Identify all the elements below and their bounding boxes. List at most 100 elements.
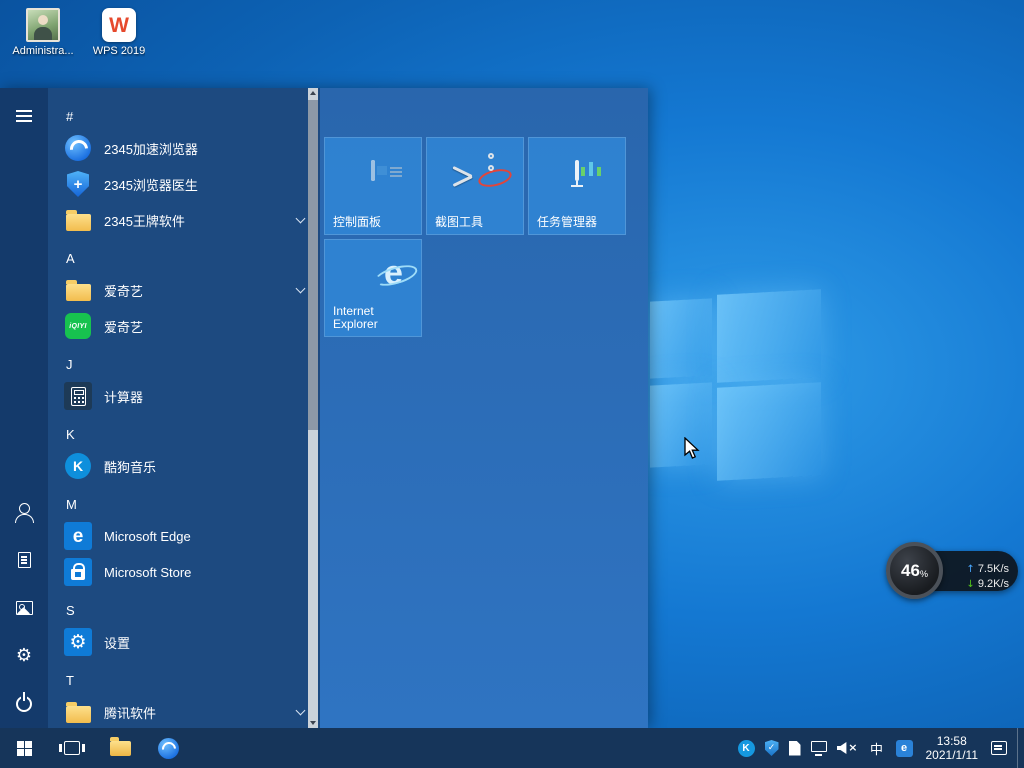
app-item-label: Microsoft Store <box>104 565 191 580</box>
settings-icon: ⚙ <box>64 628 92 656</box>
app-item-label: 爱奇艺 <box>104 281 143 300</box>
speed-ball[interactable]: 46 % <box>886 542 943 599</box>
gear-icon: ⚙ <box>69 633 86 652</box>
tile-task-manager[interactable]: 任务管理器 <box>528 137 626 235</box>
tile-snipping-tool[interactable]: 截图工具 <box>426 137 524 235</box>
user-photo-icon <box>26 8 60 42</box>
scroll-up-icon[interactable] <box>308 88 318 99</box>
app-section-header[interactable]: K <box>48 420 320 448</box>
app-rows: # 2345加速浏览器 + 2345浏览器医生 2345王牌软件 A <box>48 102 320 728</box>
app-item-2345-doctor[interactable]: + 2345浏览器医生 <box>48 166 320 202</box>
scroll-down-icon[interactable] <box>308 717 318 728</box>
task-view-button[interactable] <box>48 728 96 768</box>
action-center-icon <box>991 741 1007 755</box>
app-item-iqiyi[interactable]: iQIYI 爱奇艺 <box>48 308 320 344</box>
document-tray-icon[interactable] <box>789 741 801 756</box>
speed-readouts: ↑ 7.5K/s ↓ 9.2K/s <box>966 564 1009 590</box>
section-letter: A <box>66 251 75 266</box>
app-section-header[interactable]: T <box>48 666 320 694</box>
network-tray-icon[interactable] <box>811 741 827 752</box>
chevron-down-icon[interactable] <box>296 214 306 224</box>
security-shield-tray-icon[interactable]: ✓ <box>765 740 779 756</box>
desktop-icon-administrator[interactable]: Administra... <box>6 8 80 57</box>
folder-icon <box>64 698 92 726</box>
app-section-header[interactable]: J <box>48 350 320 378</box>
store-icon <box>64 558 92 586</box>
file-explorer-button[interactable] <box>96 728 144 768</box>
settings-button[interactable]: ⚙ <box>0 632 48 680</box>
app-item-microsoft-edge[interactable]: e Microsoft Edge <box>48 518 320 554</box>
browser-2345-taskbar-button[interactable] <box>144 728 192 768</box>
volume-muted-tray-icon[interactable]: × <box>837 741 858 755</box>
tile-control-panel[interactable]: 控制面板 <box>324 137 422 235</box>
app-item-settings[interactable]: ⚙ 设置 <box>48 624 320 660</box>
power-icon <box>16 696 32 712</box>
app-section-header[interactable]: # <box>48 102 320 130</box>
app-section-header[interactable]: M <box>48 490 320 518</box>
app-item-2345-browser[interactable]: 2345加速浏览器 <box>48 130 320 166</box>
edge-icon: e <box>64 522 92 550</box>
network-speed-widget[interactable]: ↑ 7.5K/s ↓ 9.2K/s 46 % <box>886 542 1018 600</box>
download-arrow-icon: ↓ <box>966 579 974 590</box>
documents-button[interactable] <box>0 536 48 584</box>
chevron-down-icon[interactable] <box>296 706 306 716</box>
app-folder-tencent[interactable]: 腾讯软件 <box>48 694 320 728</box>
app-folder-iqiyi[interactable]: 爱奇艺 <box>48 272 320 308</box>
upload-speed-value: 7.5K/s <box>978 564 1009 575</box>
wps-icon: W <box>102 8 136 42</box>
scrollbar-thumb[interactable] <box>308 100 318 430</box>
desktop-icon-label: Administra... <box>12 45 73 57</box>
app-list-scrollbar[interactable] <box>308 88 318 728</box>
kugou-letter: K <box>73 458 83 474</box>
hamburger-icon <box>16 110 32 112</box>
tile-label: 控制面板 <box>333 216 381 229</box>
tile-label: 截图工具 <box>435 216 483 229</box>
start-menu: ⚙ # 2345加速浏览器 + 2345浏览器医生 2345王牌软件 <box>0 88 648 728</box>
kugou-tray-icon[interactable]: K <box>738 740 755 757</box>
clock-time: 13:58 <box>937 734 967 748</box>
gear-icon: ⚙ <box>16 647 32 665</box>
chevron-down-icon[interactable] <box>296 284 306 294</box>
speaker-icon <box>837 742 848 754</box>
app-item-microsoft-store[interactable]: Microsoft Store <box>48 554 320 590</box>
desktop-icon-label: WPS 2019 <box>93 45 146 57</box>
document-icon <box>18 552 31 568</box>
start-tiles-panel: 控制面板 截图工具 任务管理器 <box>320 88 648 728</box>
logo-pane <box>650 382 712 467</box>
folder-icon <box>64 206 92 234</box>
browser-e-tray-icon[interactable]: e <box>896 740 913 757</box>
system-tray: K ✓ × 中 e 13:58 2021/1/11 <box>738 728 1024 768</box>
iqiyi-icon: iQIYI <box>64 312 92 340</box>
action-center-button[interactable] <box>991 741 1007 755</box>
section-letter: S <box>66 603 75 618</box>
app-item-label: 爱奇艺 <box>104 317 143 336</box>
desktop-icon-wps-2019[interactable]: W WPS 2019 <box>82 8 156 57</box>
show-desktop-button[interactable] <box>1017 728 1022 768</box>
app-section-header[interactable]: S <box>48 596 320 624</box>
upload-speed-row: ↑ 7.5K/s <box>966 564 1009 575</box>
app-folder-2345-suite[interactable]: 2345王牌软件 <box>48 202 320 238</box>
expand-menu-button[interactable] <box>0 92 48 140</box>
power-button[interactable] <box>0 680 48 728</box>
app-item-label: 计算器 <box>104 387 143 406</box>
tile-label: 任务管理器 <box>537 216 597 229</box>
taskbar: K ✓ × 中 e 13:58 2021/1/11 <box>0 728 1024 768</box>
app-section-header[interactable]: A <box>48 244 320 272</box>
taskbar-clock[interactable]: 13:58 2021/1/11 <box>926 734 979 762</box>
app-item-calculator[interactable]: 计算器 <box>48 378 320 414</box>
wps-letter: W <box>109 15 129 36</box>
tile-internet-explorer[interactable]: e Internet Explorer <box>324 239 422 337</box>
tile-label: Internet Explorer <box>333 305 417 331</box>
pictures-button[interactable] <box>0 584 48 632</box>
upload-arrow-icon: ↑ <box>966 564 974 575</box>
start-button[interactable] <box>0 728 48 768</box>
pictures-icon <box>16 601 33 615</box>
section-letter: T <box>66 673 74 688</box>
ime-language-indicator[interactable]: 中 <box>868 739 886 758</box>
rail-bottom-group: ⚙ <box>0 488 48 728</box>
desktop-screen: Administra... W WPS 2019 ⚙ # 2345 <box>0 0 1024 768</box>
app-item-label: 2345浏览器医生 <box>104 175 198 194</box>
app-item-kugou[interactable]: K 酷狗音乐 <box>48 448 320 484</box>
app-item-label: 酷狗音乐 <box>104 457 156 476</box>
user-account-button[interactable] <box>0 488 48 536</box>
